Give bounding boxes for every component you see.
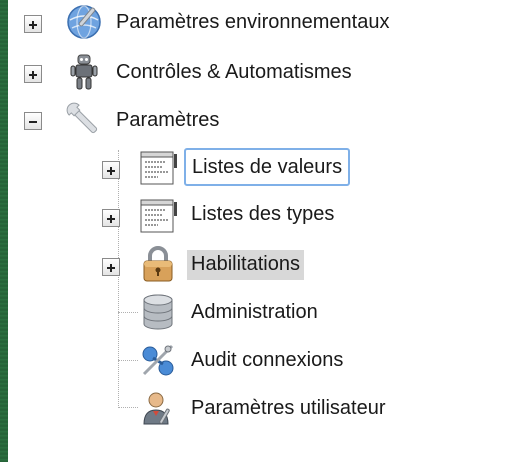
expand-toggle-habilitations[interactable] — [102, 258, 120, 276]
window-edge — [0, 0, 8, 462]
expand-toggle-controls[interactable] — [24, 65, 42, 83]
list-document-icon — [138, 196, 178, 236]
robot-icon — [64, 52, 104, 92]
tree-item-listes-valeurs[interactable]: Listes de valeurs — [184, 148, 351, 186]
tree-item-environment-label[interactable]: Paramètres environnementaux — [112, 8, 393, 36]
tree-item-habilitations[interactable]: Habilitations — [187, 250, 304, 280]
tree-connector-vertical — [118, 150, 119, 406]
expand-toggle-listes-types[interactable] — [102, 209, 120, 227]
tree-item-administration[interactable]: Administration — [187, 298, 322, 326]
tree-item-parametres-label[interactable]: Paramètres — [112, 106, 223, 134]
tree-item-user-settings[interactable]: Paramètres utilisateur — [187, 394, 390, 422]
expand-toggle-environment[interactable] — [24, 15, 42, 33]
tree-item-listes-types[interactable]: Listes des types — [187, 200, 338, 228]
tree-connector-administration — [118, 312, 138, 313]
globe-wrench-icon — [64, 2, 104, 42]
wrench-icon — [64, 100, 104, 140]
expand-toggle-listes-valeurs[interactable] — [102, 161, 120, 179]
tree-connector-audit — [118, 360, 138, 361]
padlock-icon — [138, 244, 178, 284]
tree-item-audit-connexions[interactable]: Audit connexions — [187, 346, 347, 374]
network-audit-icon — [138, 340, 178, 380]
tree-panel: Paramètres environnementaux Contrôles & … — [0, 0, 514, 462]
tree-item-controls-label[interactable]: Contrôles & Automatismes — [112, 58, 356, 86]
collapse-toggle-parametres[interactable] — [24, 112, 42, 130]
tree-connector-user — [118, 407, 138, 408]
user-settings-icon — [138, 388, 178, 428]
database-icon — [138, 292, 178, 332]
list-document-icon — [138, 148, 178, 188]
